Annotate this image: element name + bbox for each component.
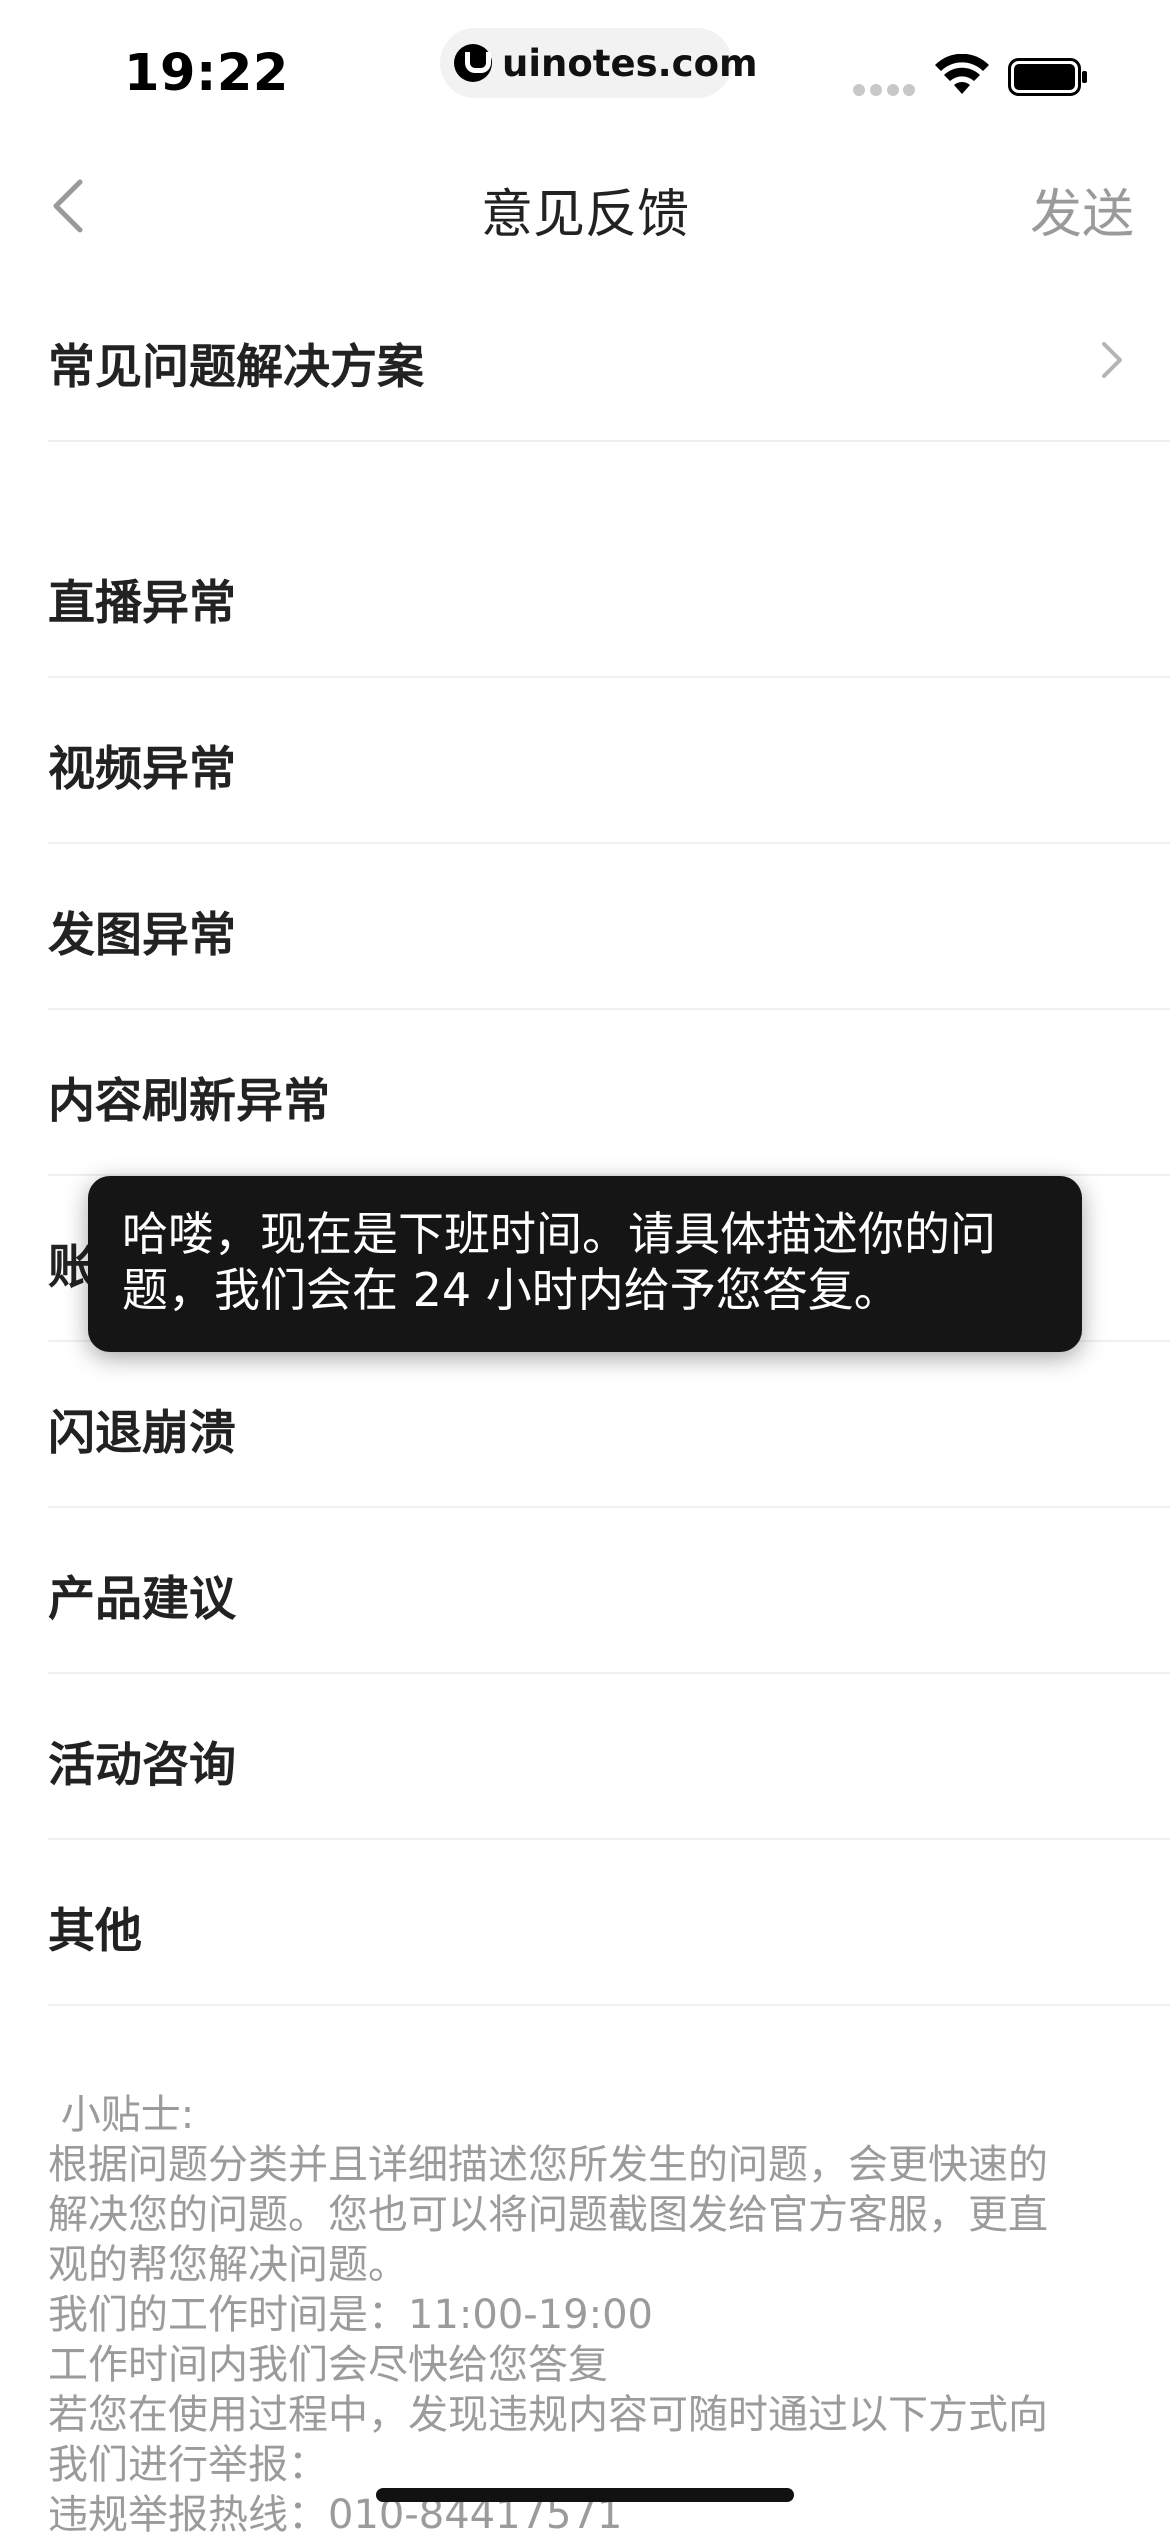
category-label: 视频异常 [48, 742, 236, 797]
tips-line: 根据问题分类并且详细描述您所发生的问题，会更快速的 [48, 2142, 1048, 2188]
tips-line: 我们的工作时间是：11:00-19:00 [48, 2292, 653, 2338]
category-item-image-post[interactable]: 发图异常 [48, 844, 1170, 1010]
page-title: 意见反馈 [480, 185, 689, 245]
cellular-signal-icon [853, 84, 915, 96]
category-item-live[interactable]: 直播异常 [48, 512, 1170, 678]
category-label: 内容刷新异常 [48, 1074, 330, 1129]
toast-line: 哈喽，现在是下班时间。请具体描述你的问 [122, 1207, 996, 1261]
status-bar: 19:22 uinotes.com [0, 0, 1170, 130]
tips-line: 若您在使用过程中，发现违规内容可随时通过以下方式向 [48, 2392, 1048, 2438]
off-hours-toast: 哈喽，现在是下班时间。请具体描述你的问 题，我们会在 24 小时内给予您答复。 [88, 1176, 1082, 1352]
category-item-activity-inquiry[interactable]: 活动咨询 [48, 1674, 1170, 1840]
tips-line: 解决您的问题。您也可以将问题截图发给官方客服，更直 [48, 2192, 1048, 2238]
category-label: 活动咨询 [48, 1738, 236, 1793]
category-label: 发图异常 [48, 908, 236, 963]
faq-solutions-label: 常见问题解决方案 [48, 340, 424, 395]
category-item-other[interactable]: 其他 [48, 1840, 1170, 2006]
category-item-content-refresh[interactable]: 内容刷新异常 [48, 1010, 1170, 1176]
toast-line: 题，我们会在 24 小时内给予您答复。 [122, 1263, 900, 1317]
category-item-crash[interactable]: 闪退崩溃 [48, 1342, 1170, 1508]
site-logo-icon [454, 44, 492, 82]
category-label: 产品建议 [48, 1572, 236, 1627]
home-indicator[interactable] [376, 2488, 794, 2502]
tips-section: 小贴士: 根据问题分类并且详细描述您所发生的问题，会更快速的 解决您的问题。您也… [48, 2090, 1128, 2540]
nav-bar: 意见反馈 发送 [0, 140, 1170, 270]
battery-icon [1008, 58, 1087, 96]
chevron-right-icon [1102, 342, 1122, 378]
status-time: 19:22 [124, 44, 289, 103]
category-item-video[interactable]: 视频异常 [48, 678, 1170, 844]
faq-solutions-row[interactable]: 常见问题解决方案 [48, 270, 1170, 442]
tips-line: 我们进行举报： [48, 2442, 328, 2488]
category-item-product-suggestion[interactable]: 产品建议 [48, 1508, 1170, 1674]
wifi-icon [935, 54, 989, 94]
url-pill[interactable]: uinotes.com [440, 28, 758, 98]
category-label: 直播异常 [48, 576, 236, 631]
category-label: 闪退崩溃 [48, 1406, 236, 1461]
tips-title: 小贴士: [48, 2092, 195, 2138]
tips-line: 工作时间内我们会尽快给您答复 [48, 2342, 608, 2388]
tips-line: 观的帮您解决问题。 [48, 2242, 408, 2288]
url-text: uinotes.com [502, 42, 758, 85]
send-button[interactable]: 发送 [1030, 172, 1134, 247]
category-label: 其他 [48, 1904, 142, 1959]
